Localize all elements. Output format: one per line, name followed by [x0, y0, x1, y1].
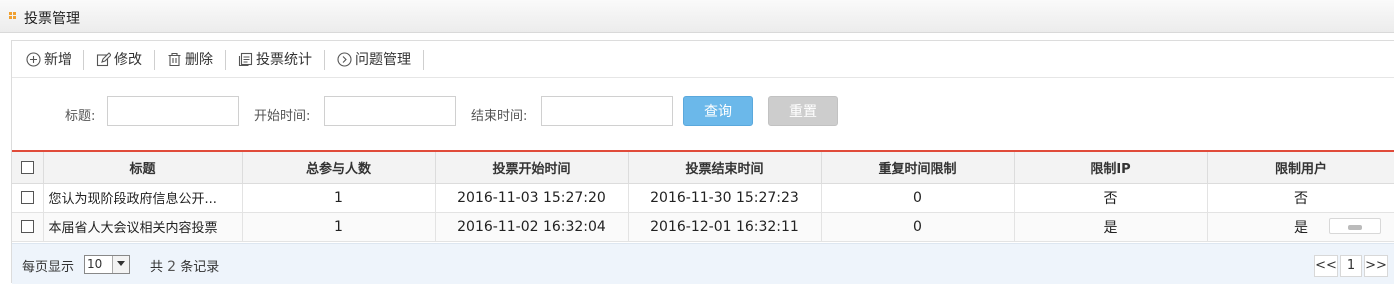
page-size-label: 每页显示: [22, 260, 75, 275]
column-header[interactable]: 标题: [43, 152, 243, 184]
end-time-cell: 2016-12-01 16:32:11: [628, 212, 822, 242]
column-header[interactable]: 投票开始时间: [435, 152, 629, 184]
select-all-cell: [12, 152, 44, 184]
row-select-cell: [12, 183, 44, 213]
trash-icon: [168, 52, 181, 67]
record-count: 共 2 条记录: [150, 256, 219, 275]
toolbar-divider: [225, 50, 226, 70]
repeat-limit-cell: 0: [821, 212, 1015, 242]
plus-circle-icon: [26, 52, 41, 67]
pagination-bar: 每页显示 10 共 2 条记录 << 1 >>: [12, 243, 1394, 284]
participants-cell: 1: [242, 212, 436, 242]
record-count-suffix: 条记录: [180, 260, 220, 275]
column-header[interactable]: 总参与人数: [242, 152, 436, 184]
edit-icon: [96, 52, 111, 67]
ip-limit-cell: 是: [1014, 212, 1208, 242]
repeat-limit-cell: 0: [821, 183, 1015, 213]
document-list-icon: [238, 52, 253, 67]
record-count-prefix: 共: [150, 260, 164, 275]
column-header[interactable]: 重复时间限制: [821, 152, 1015, 184]
add-button[interactable]: 新增: [26, 51, 72, 69]
table-header-row: 标题 总参与人数 投票开始时间 投票结束时间 重复时间限制 限制IP 限制用户: [12, 152, 1394, 184]
column-header[interactable]: 投票结束时间: [628, 152, 822, 184]
start-time-label: 开始时间:: [254, 109, 311, 124]
scroll-handle[interactable]: [1329, 218, 1381, 234]
edit-label: 修改: [114, 52, 142, 68]
page-title: 投票管理: [24, 11, 80, 27]
row-checkbox[interactable]: [20, 220, 34, 233]
delete-label: 删除: [185, 52, 213, 68]
column-header[interactable]: 限制用户: [1207, 152, 1394, 184]
select-all-checkbox[interactable]: [20, 160, 34, 174]
end-time-cell: 2016-11-30 15:27:23: [628, 183, 822, 213]
row-checkbox[interactable]: [20, 191, 34, 204]
toolbar-divider: [154, 50, 155, 70]
title-filter-label: 标题:: [65, 109, 96, 124]
end-time-input[interactable]: [541, 96, 673, 126]
vote-stats-button[interactable]: 投票统计: [238, 51, 312, 69]
start-time-input[interactable]: [324, 96, 456, 126]
edit-button[interactable]: 修改: [96, 51, 142, 69]
end-time-label: 结束时间:: [471, 109, 528, 124]
query-button[interactable]: 查询: [683, 96, 753, 126]
user-limit-cell: 否: [1207, 183, 1394, 213]
page-size-select[interactable]: 10: [84, 255, 130, 274]
add-label: 新增: [44, 52, 72, 68]
toolbar-divider: [324, 50, 325, 70]
reset-button[interactable]: 重置: [768, 96, 838, 126]
delete-button[interactable]: 删除: [167, 51, 213, 69]
column-header[interactable]: 限制IP: [1014, 152, 1208, 184]
prev-page-button[interactable]: <<: [1314, 255, 1338, 277]
page-size-value: 10: [87, 257, 103, 271]
row-select-cell: [12, 212, 44, 242]
start-time-cell: 2016-11-03 15:27:20: [435, 183, 629, 213]
vote-stats-label: 投票统计: [256, 52, 312, 68]
main-panel: 新增 修改 删除 投票统计 问题管理 标题: 开始时间: 结束时间: 查询 重置: [11, 40, 1394, 284]
start-time-cell: 2016-11-02 16:32:04: [435, 212, 629, 242]
toolbar-divider: [423, 50, 424, 70]
vote-title-cell: 您认为现阶段政府信息公开...: [43, 183, 243, 213]
search-bar: 标题: 开始时间: 结束时间: 查询 重置: [12, 79, 1394, 149]
question-manage-label: 问题管理: [355, 52, 411, 68]
next-page-button[interactable]: >>: [1364, 255, 1388, 277]
participants-cell: 1: [242, 183, 436, 213]
chevron-down-icon: [112, 256, 129, 273]
question-manage-button[interactable]: 问题管理: [337, 51, 411, 69]
grid-icon: [9, 12, 16, 19]
vote-table: 标题 总参与人数 投票开始时间 投票结束时间 重复时间限制 限制IP 限制用户 …: [12, 150, 1394, 242]
table-row[interactable]: 您认为现阶段政府信息公开... 1 2016-11-03 15:27:20 20…: [12, 183, 1394, 213]
ip-limit-cell: 否: [1014, 183, 1208, 213]
vote-title-cell: 本届省人大会议相关内容投票: [43, 212, 243, 242]
title-filter-input[interactable]: [107, 96, 239, 126]
toolbar: 新增 修改 删除 投票统计 问题管理: [12, 41, 1394, 78]
record-count-value: 2: [167, 259, 177, 275]
toolbar-divider: [83, 50, 84, 70]
table-row[interactable]: 本届省人大会议相关内容投票 1 2016-11-02 16:32:04 2016…: [12, 212, 1394, 242]
title-bar: 投票管理: [0, 0, 1394, 33]
page-number-button[interactable]: 1: [1340, 255, 1362, 277]
chevron-circle-icon: [337, 52, 352, 67]
